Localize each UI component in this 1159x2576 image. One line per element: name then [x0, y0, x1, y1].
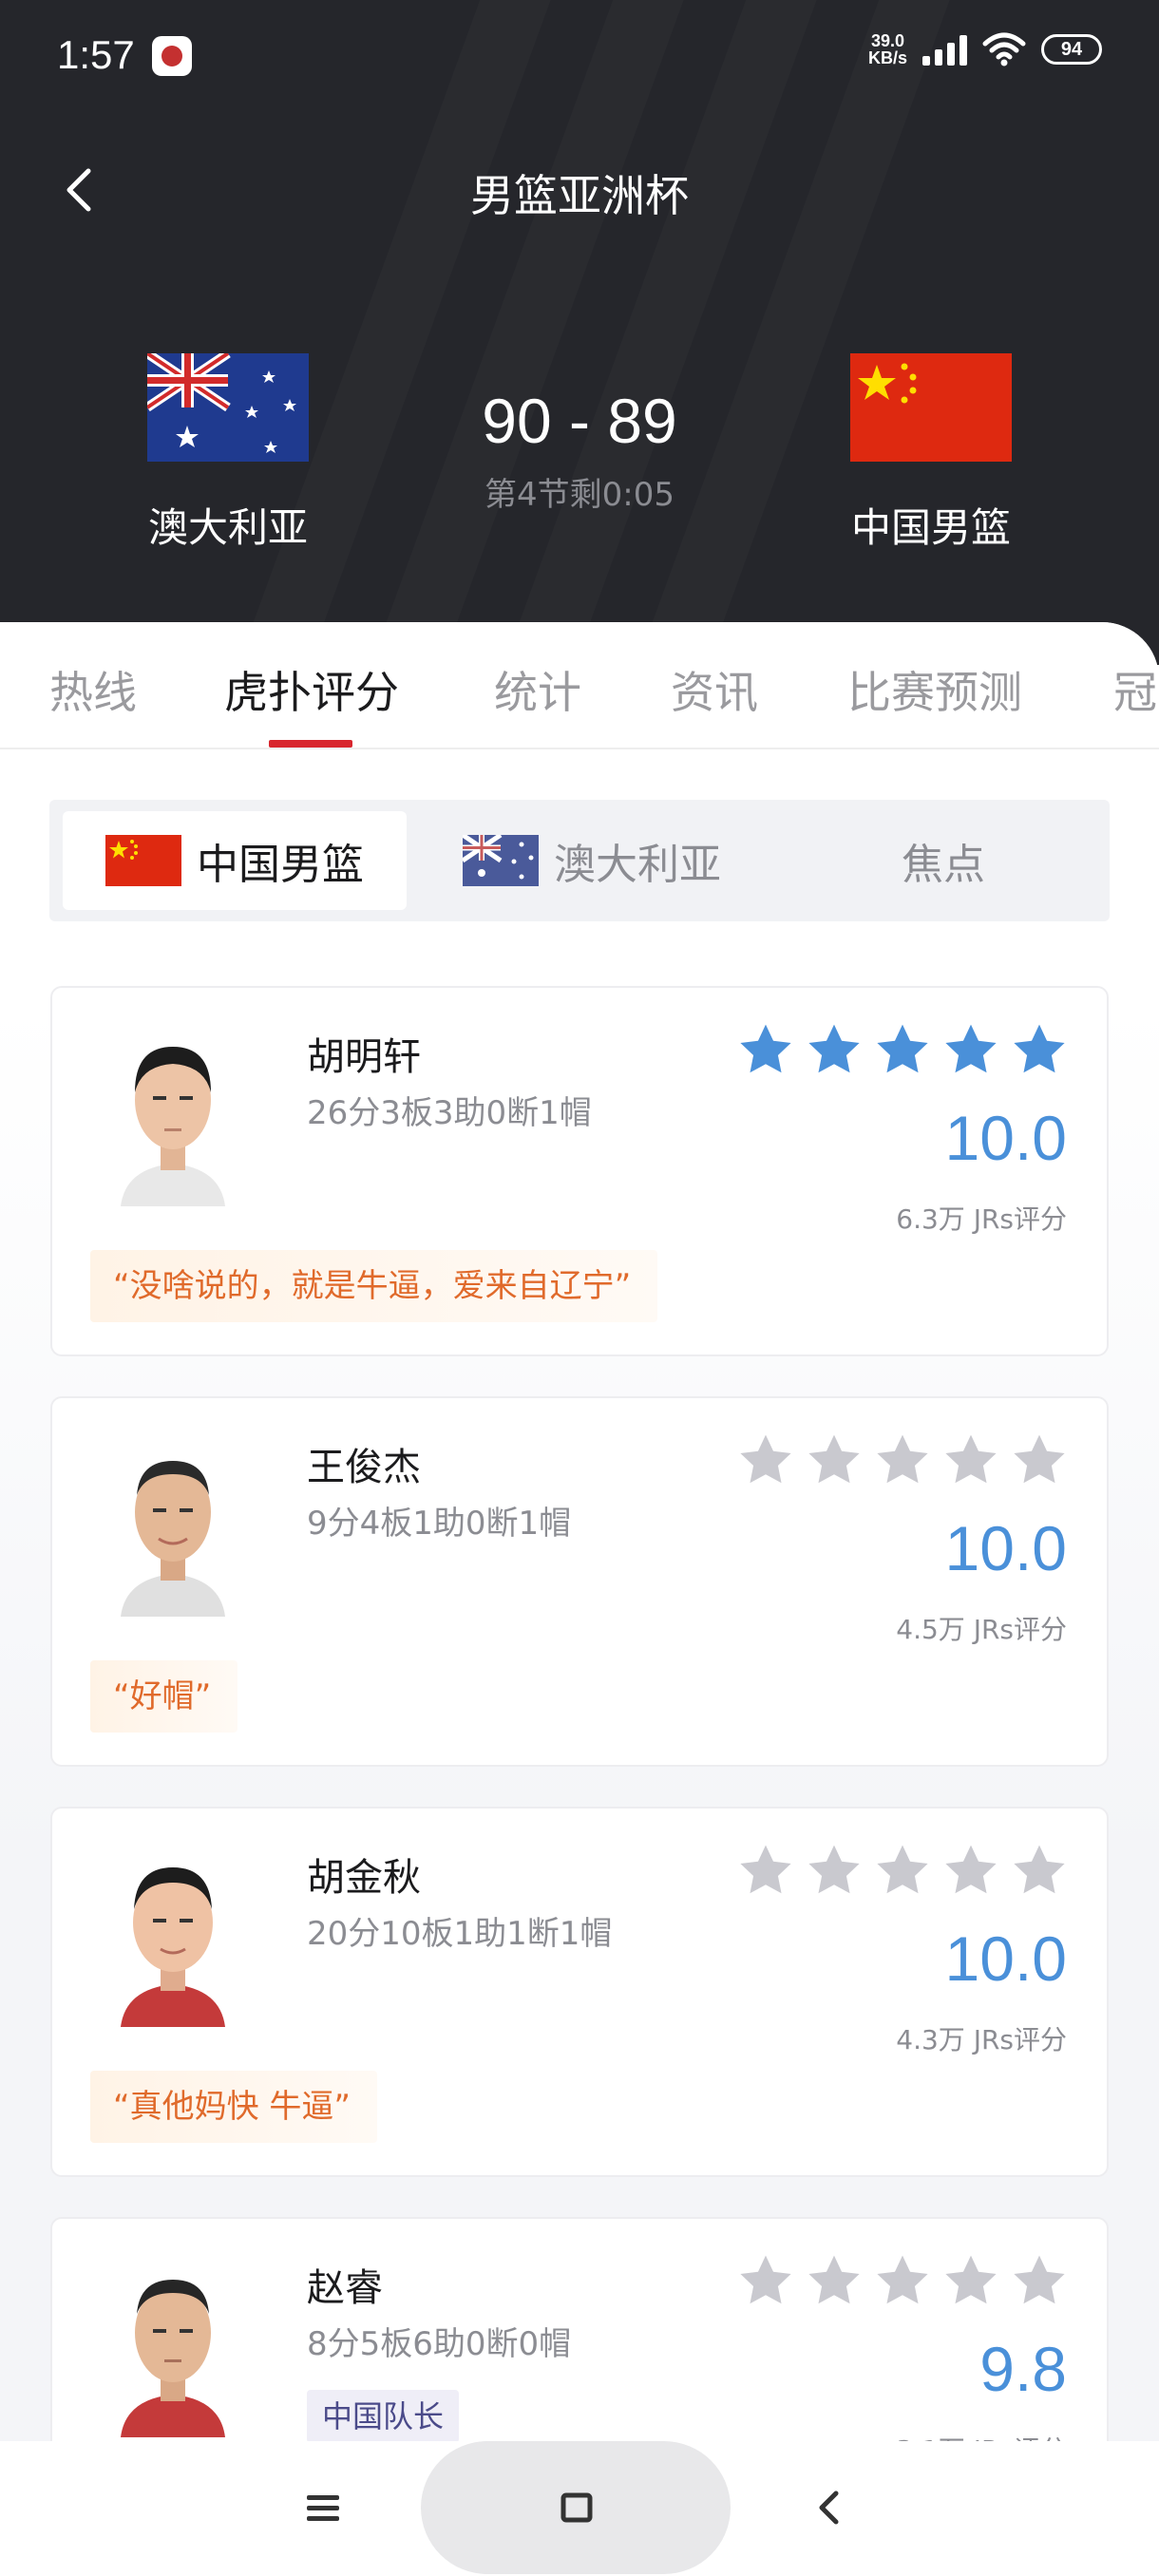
status-bar: 1:57 39.0 KB/s 94	[57, 28, 1102, 85]
tab-champion[interactable]: 冠	[1113, 658, 1157, 721]
team-segment-control: 中国男篮 澳大利亚 焦点	[49, 800, 1110, 921]
tab-hupu-rating[interactable]: 虎扑评分	[224, 658, 399, 721]
tab-bar: 热线 虎扑评分 统计 资讯 比赛预测 冠	[0, 622, 1159, 749]
star-icon[interactable]	[736, 1430, 795, 1489]
page-title: 男篮亚洲杯	[470, 170, 689, 221]
star-icon[interactable]	[873, 1020, 932, 1079]
rating-stars[interactable]	[736, 1841, 1069, 1900]
player-card[interactable]: 胡金秋 20分10板1助1断1帽 10.0 4.3万 JRs评分 “真他妈快 牛…	[50, 1807, 1109, 2177]
star-icon[interactable]	[736, 1020, 795, 1079]
china-flag-icon	[105, 835, 181, 886]
player-avatar	[121, 1867, 225, 2027]
player-stats: 20分10板1助1断1帽	[307, 1915, 613, 1953]
segment-china-label: 中国男篮	[197, 841, 364, 889]
player-stats: 26分3板3助0断1帽	[307, 1094, 592, 1132]
rating-stars[interactable]	[736, 1430, 1069, 1489]
star-icon[interactable]	[805, 2251, 864, 2310]
segment-focus-label: 焦点	[902, 841, 985, 889]
team-right-name: 中国男篮	[850, 504, 1011, 551]
active-tab-indicator	[269, 740, 352, 748]
network-speed: 39.0 KB/s	[868, 32, 907, 66]
rating-count: 4.3万 JRs评分	[896, 2024, 1067, 2055]
player-stats: 8分5板6助0断0帽	[307, 2325, 572, 2363]
signal-icon	[922, 33, 967, 66]
player-name: 王俊杰	[307, 1446, 421, 1489]
player-name: 赵睿	[307, 2266, 383, 2310]
status-time: 1:57	[57, 32, 135, 77]
player-rating: 10.0	[944, 1923, 1067, 1994]
content-panel: 热线 虎扑评分 统计 资讯 比赛预测 冠 中国男篮 澳大利亚 焦点 胡明轩 26…	[0, 622, 1159, 2576]
star-icon[interactable]	[1010, 1430, 1069, 1489]
top-comment[interactable]: “好帽”	[90, 1660, 238, 1733]
player-name: 胡金秋	[307, 1856, 421, 1900]
player-card[interactable]: 王俊杰 9分4板1助0断1帽 10.0 4.5万 JRs评分 “好帽”	[50, 1396, 1109, 1767]
star-icon[interactable]	[941, 1841, 1000, 1900]
star-icon[interactable]	[941, 2251, 1000, 2310]
player-name: 胡明轩	[307, 1035, 421, 1079]
system-nav-bar	[0, 2441, 1159, 2576]
back-chevron-icon[interactable]	[806, 2484, 853, 2531]
player-avatar	[121, 1047, 225, 1206]
star-icon[interactable]	[736, 2251, 795, 2310]
segment-focus[interactable]: 焦点	[771, 811, 1115, 910]
segment-china[interactable]: 中国男篮	[63, 811, 407, 910]
wifi-icon	[982, 32, 1026, 66]
top-comment[interactable]: “没啥说的，就是牛逼，爱来自辽宁”	[90, 1250, 658, 1322]
star-icon[interactable]	[805, 1841, 864, 1900]
star-icon[interactable]	[941, 1430, 1000, 1489]
rating-stars[interactable]	[736, 1020, 1069, 1079]
battery-indicator: 94	[1041, 34, 1102, 65]
player-card[interactable]: 胡明轩 26分3板3助0断1帽 10.0 6.3万 JRs评分 “没啥说的，就是…	[50, 986, 1109, 1356]
match-page: 1:57 39.0 KB/s 94 男篮亚洲杯 澳大利亚 90 - 89 第4节…	[0, 0, 1159, 2576]
star-icon[interactable]	[1010, 2251, 1069, 2310]
segment-australia-label: 澳大利亚	[554, 841, 721, 889]
tab-stats[interactable]: 统计	[494, 658, 581, 721]
star-icon[interactable]	[873, 1841, 932, 1900]
top-comment[interactable]: “真他妈快 牛逼”	[90, 2071, 378, 2143]
home-square-icon[interactable]	[554, 2484, 601, 2531]
star-icon[interactable]	[805, 1020, 864, 1079]
star-icon[interactable]	[805, 1430, 864, 1489]
tab-prediction[interactable]: 比赛预测	[847, 658, 1022, 721]
player-rating: 9.8	[979, 2334, 1067, 2404]
player-rating: 10.0	[944, 1103, 1067, 1173]
net-speed-value: 39.0	[870, 31, 905, 50]
player-avatar	[121, 1461, 225, 1617]
player-avatar	[121, 2280, 225, 2437]
star-icon[interactable]	[873, 2251, 932, 2310]
australia-flag-icon	[463, 835, 539, 886]
tab-news[interactable]: 资讯	[671, 658, 758, 721]
star-icon[interactable]	[1010, 1020, 1069, 1079]
china-flag-icon	[850, 353, 1012, 462]
star-icon[interactable]	[1010, 1841, 1069, 1900]
star-icon[interactable]	[736, 1841, 795, 1900]
team-right[interactable]: 中国男篮	[817, 353, 1045, 554]
rating-count: 6.3万 JRs评分	[896, 1203, 1067, 1235]
rating-count: 4.5万 JRs评分	[896, 1614, 1067, 1645]
net-speed-unit: KB/s	[867, 48, 907, 67]
player-rating: 10.0	[944, 1513, 1067, 1583]
segment-australia[interactable]: 澳大利亚	[420, 811, 764, 910]
rating-stars[interactable]	[736, 2251, 1069, 2310]
player-stats: 9分4板1助0断1帽	[307, 1505, 572, 1543]
menu-icon[interactable]	[299, 2484, 347, 2531]
match-header: 1:57 39.0 KB/s 94 男篮亚洲杯 澳大利亚 90 - 89 第4节…	[0, 0, 1159, 665]
captain-badge: 中国队长	[307, 2390, 460, 2443]
star-icon[interactable]	[941, 1020, 1000, 1079]
tab-hotline[interactable]: 热线	[49, 658, 137, 721]
star-icon[interactable]	[873, 1430, 932, 1489]
app-notification-icon	[152, 36, 192, 76]
